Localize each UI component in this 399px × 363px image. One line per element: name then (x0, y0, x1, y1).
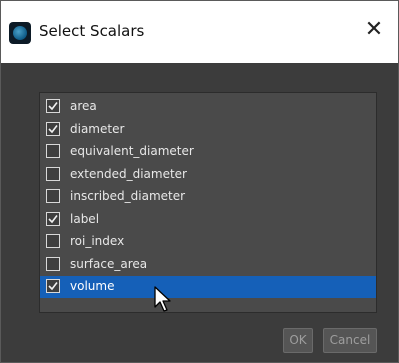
list-item[interactable]: label (40, 209, 376, 231)
checkbox-unchecked[interactable] (46, 144, 60, 158)
ok-button[interactable]: OK (283, 328, 313, 353)
scalar-list[interactable]: area diameter equivalent_diameter extended_… (39, 92, 377, 313)
scalar-label: extended_diameter (70, 166, 187, 181)
checkbox-unchecked[interactable] (46, 234, 60, 248)
scalar-label: label (70, 211, 100, 226)
checkbox-checked[interactable] (46, 211, 60, 226)
list-item[interactable]: roi_index (40, 231, 376, 253)
app-logo-icon (9, 22, 31, 44)
scalar-label: surface_area (70, 256, 148, 271)
checkbox-checked[interactable] (46, 279, 60, 293)
list-item[interactable]: diameter (40, 119, 376, 141)
dialog-title: Select Scalars (39, 22, 145, 40)
cancel-button[interactable]: Cancel (323, 328, 377, 353)
select-scalars-dialog: Select Scalars ✕ area diameter equivalent_… (0, 0, 399, 363)
checkbox-checked[interactable] (46, 99, 60, 113)
scalar-label: roi_index (70, 234, 125, 248)
checkbox-unchecked[interactable] (46, 166, 60, 181)
list-item[interactable]: equivalent_diameter (40, 141, 376, 163)
title-bar[interactable]: Select Scalars ✕ (1, 1, 398, 63)
checkbox-unchecked[interactable] (46, 189, 60, 203)
scalar-label: equivalent_diameter (70, 144, 194, 158)
list-item[interactable]: extended_diameter (40, 164, 376, 186)
list-item[interactable]: volume (40, 276, 376, 298)
checkbox-unchecked[interactable] (46, 256, 60, 271)
scalar-label: volume (70, 279, 115, 293)
list-item[interactable]: area (40, 96, 376, 118)
list-item[interactable]: inscribed_diameter (40, 186, 376, 208)
scalar-label: area (70, 99, 97, 113)
list-item[interactable]: surface_area (40, 254, 376, 276)
checkbox-checked[interactable] (46, 121, 60, 136)
mouse-pointer-icon (154, 286, 171, 312)
scalar-label: diameter (70, 121, 125, 136)
scalar-label: inscribed_diameter (70, 189, 186, 203)
close-icon[interactable]: ✕ (360, 15, 388, 45)
